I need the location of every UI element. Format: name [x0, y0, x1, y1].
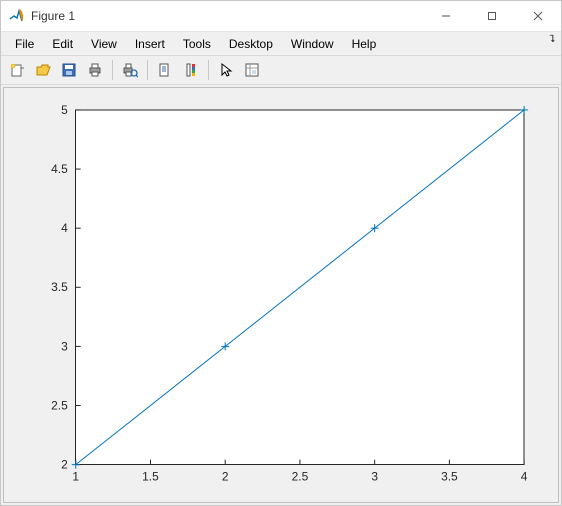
axes[interactable]: 1 1.5 2 2.5 3 3.5 4 2 2.5 3 3.5 4 4.5 5 — [4, 88, 558, 503]
titlebar: Figure 1 — [1, 1, 561, 32]
window-title: Figure 1 — [31, 9, 75, 23]
menu-view[interactable]: View — [83, 35, 125, 53]
svg-text:3.5: 3.5 — [51, 280, 68, 294]
menu-window[interactable]: Window — [283, 35, 342, 53]
plot-tools-button[interactable] — [240, 58, 264, 82]
svg-text:1.5: 1.5 — [142, 469, 159, 483]
svg-text:3: 3 — [61, 339, 68, 353]
svg-text:2: 2 — [222, 469, 229, 483]
svg-text:4: 4 — [521, 469, 528, 483]
svg-text:3.5: 3.5 — [441, 469, 458, 483]
svg-text:4: 4 — [61, 221, 68, 235]
toolbar-separator — [112, 60, 113, 80]
figure-window: Figure 1 File Edit View Insert Tools Des… — [0, 0, 562, 506]
svg-text:5: 5 — [61, 102, 68, 116]
pointer-button[interactable] — [214, 58, 238, 82]
svg-text:4.5: 4.5 — [51, 162, 68, 176]
close-button[interactable] — [515, 1, 561, 31]
menu-tools[interactable]: Tools — [175, 35, 219, 53]
menu-edit[interactable]: Edit — [44, 35, 81, 53]
toolbar-separator — [147, 60, 148, 80]
toolbar — [1, 55, 561, 84]
svg-text:1: 1 — [72, 469, 79, 483]
menu-insert[interactable]: Insert — [127, 35, 173, 53]
menu-help[interactable]: Help — [344, 35, 385, 53]
svg-text:2.5: 2.5 — [292, 469, 309, 483]
new-figure-button[interactable] — [5, 58, 29, 82]
insert-colorbar-button[interactable] — [179, 58, 203, 82]
data-cursor-button[interactable] — [153, 58, 177, 82]
maximize-button[interactable] — [469, 1, 515, 31]
menu-overflow-icon[interactable]: ⮧ — [549, 34, 555, 45]
menubar: File Edit View Insert Tools Desktop Wind… — [1, 32, 561, 55]
print-button[interactable] — [83, 58, 107, 82]
axes-container[interactable]: 1 1.5 2 2.5 3 3.5 4 2 2.5 3 3.5 4 4.5 5 — [3, 87, 559, 504]
svg-text:2.5: 2.5 — [51, 398, 68, 412]
toolbar-separator — [208, 60, 209, 80]
print-preview-button[interactable] — [118, 58, 142, 82]
menu-file[interactable]: File — [7, 35, 42, 53]
minimize-button[interactable] — [423, 1, 469, 31]
svg-text:2: 2 — [61, 457, 68, 471]
open-button[interactable] — [31, 58, 55, 82]
matlab-icon — [9, 8, 25, 24]
svg-text:3: 3 — [371, 469, 378, 483]
menu-desktop[interactable]: Desktop — [221, 35, 281, 53]
save-button[interactable] — [57, 58, 81, 82]
